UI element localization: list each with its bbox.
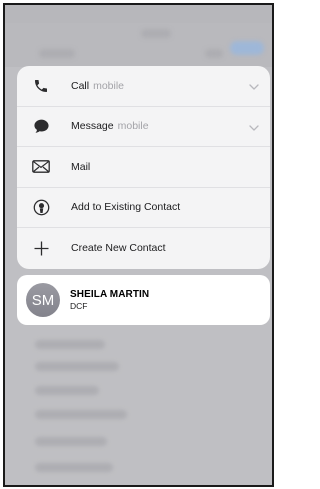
menu-item-label: Mail [71, 160, 91, 173]
menu-item-label: Add to Existing Contact [71, 201, 181, 214]
chevron-down-icon[interactable] [248, 121, 260, 133]
menu-item-mail[interactable]: Mail [17, 147, 270, 188]
menu-item-label: Call [71, 79, 90, 92]
menu-item-sublabel: mobile [117, 120, 149, 133]
contact-action-menu: Call mobile Message mobile Mail Add to E… [17, 66, 270, 269]
contact-subtitle: DCF [70, 301, 88, 311]
menu-item-add-to-existing-contact[interactable]: Add to Existing Contact [17, 188, 270, 228]
menu-item-sublabel: mobile [93, 79, 125, 92]
menu-item-label: Create New Contact [71, 242, 166, 255]
contact-name: SHEILA MARTIN [70, 289, 150, 300]
chevron-down-icon[interactable] [248, 80, 260, 92]
mail-envelope-icon [31, 157, 51, 177]
message-bubble-icon [31, 116, 51, 136]
menu-item-create-new-contact[interactable]: Create New Contact [17, 228, 270, 269]
contact-info: SHEILA MARTIN DCF [70, 289, 149, 311]
menu-item-message[interactable]: Message mobile [17, 107, 270, 147]
menu-item-call[interactable]: Call mobile [17, 66, 270, 107]
menu-item-label: Message [71, 120, 114, 133]
avatar: SM [26, 283, 60, 317]
phone-icon [31, 76, 51, 96]
contact-preview-card[interactable]: SM SHEILA MARTIN DCF [17, 275, 270, 325]
add-to-contact-icon [31, 197, 51, 217]
plus-icon [31, 238, 51, 258]
